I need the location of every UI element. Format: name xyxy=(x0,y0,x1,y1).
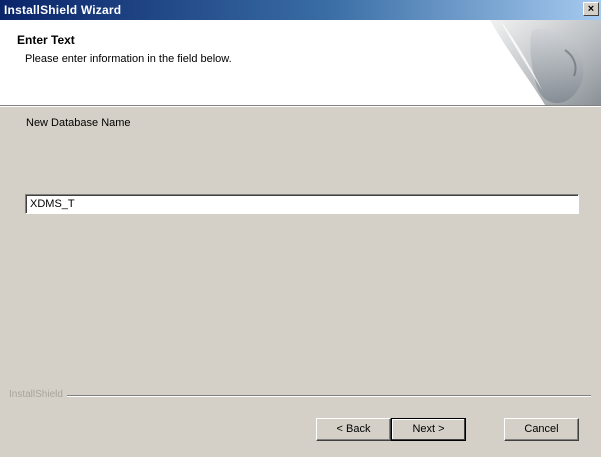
back-button[interactable]: < Back xyxy=(316,418,391,441)
database-name-label: New Database Name xyxy=(26,117,131,129)
cancel-button[interactable]: Cancel xyxy=(504,418,579,441)
close-icon: × xyxy=(587,3,595,15)
installshield-wizard-window: InstallShield Wizard × Enter Text Please… xyxy=(0,0,601,457)
page-title: Enter Text xyxy=(17,33,75,47)
wizard-header: Enter Text Please enter information in t… xyxy=(0,20,601,105)
database-name-input[interactable] xyxy=(25,194,579,214)
header-separator xyxy=(0,105,601,107)
window-title: InstallShield Wizard xyxy=(4,3,122,17)
page-subtitle: Please enter information in the field be… xyxy=(25,53,232,65)
installshield-brand-label: InstallShield xyxy=(9,389,67,400)
close-button[interactable]: × xyxy=(583,2,599,16)
installshield-graphic-icon xyxy=(490,20,601,105)
title-bar[interactable]: InstallShield Wizard × xyxy=(0,0,601,20)
footer-separator xyxy=(62,395,591,397)
next-button[interactable]: Next > xyxy=(391,418,466,441)
